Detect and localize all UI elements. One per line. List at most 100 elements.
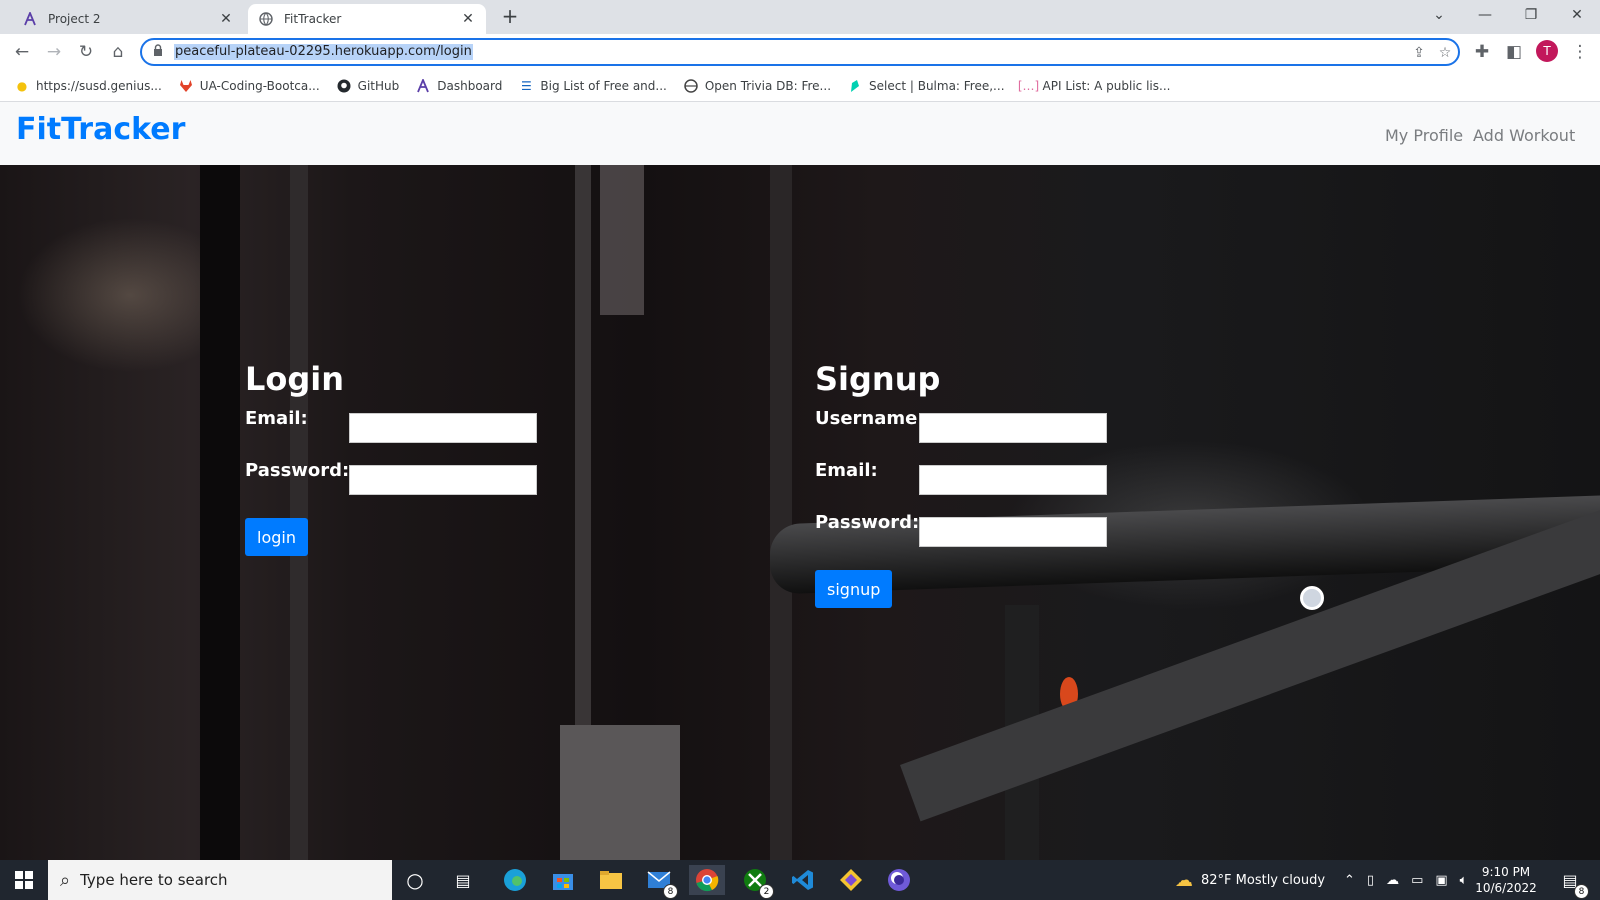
- share-icon[interactable]: ⇪: [1408, 42, 1430, 64]
- mail-badge: 8: [663, 884, 678, 899]
- login-email-input[interactable]: [349, 413, 537, 443]
- window-light: [600, 165, 644, 315]
- signup-button[interactable]: signup: [815, 570, 893, 608]
- nav-add-workout[interactable]: Add Workout: [1473, 126, 1575, 145]
- rack-post: [200, 165, 240, 860]
- bookmark-dashboard[interactable]: Dashboard: [415, 78, 502, 94]
- chevron-up-icon[interactable]: ⌃: [1344, 873, 1355, 888]
- search-placeholder: Type here to search: [80, 871, 228, 889]
- app-circle-icon[interactable]: [884, 865, 914, 895]
- bookmark-label: Big List of Free and...: [540, 78, 667, 93]
- signup-username-input[interactable]: [919, 413, 1107, 443]
- bookmark-label: API List: A public lis...: [1042, 78, 1171, 93]
- weather-widget[interactable]: ☁ 82°F Mostly cloudy: [1175, 860, 1325, 900]
- new-tab-button[interactable]: +: [498, 5, 522, 29]
- bulma-icon: [847, 78, 863, 94]
- side-panel-icon[interactable]: ◧: [1500, 38, 1528, 66]
- chrome-icon[interactable]: [689, 865, 725, 895]
- tab-label: Project 2: [48, 12, 101, 26]
- mouse-cursor-icon: [1300, 586, 1324, 610]
- bookmark-label: GitHub: [357, 78, 400, 93]
- forward-arrow-icon[interactable]: →: [40, 38, 68, 66]
- browser-toolbar: ← → ↻ ⌂ peaceful-plateau-02295.herokuapp…: [0, 34, 1600, 70]
- url-text[interactable]: peaceful-plateau-02295.herokuapp.com/log…: [174, 44, 473, 60]
- tab-fittracker[interactable]: FitTracker ✕: [248, 4, 486, 34]
- brackets-icon: […]: [1017, 78, 1040, 93]
- xbox-badge: 2: [759, 884, 774, 899]
- menu-kebab-icon[interactable]: ⋮: [1566, 38, 1594, 66]
- lock-icon: [153, 44, 167, 60]
- signup-username-label: Username:: [815, 408, 925, 429]
- task-view-icon[interactable]: ▤: [448, 865, 478, 895]
- back-arrow-icon[interactable]: ←: [8, 38, 36, 66]
- signup-email-input[interactable]: [919, 465, 1107, 495]
- clock-date: 10/6/2022: [1475, 881, 1537, 895]
- bootcamp-favicon-icon: [22, 11, 38, 27]
- profile-avatar[interactable]: T: [1536, 40, 1558, 62]
- network-icon[interactable]: ▣: [1435, 873, 1447, 888]
- taskbar-search-box[interactable]: ⌕ Type here to search: [48, 860, 392, 900]
- site-navbar: FitTracker My Profile Add Workout: [0, 102, 1600, 165]
- cortana-circle-icon[interactable]: ○: [400, 865, 430, 895]
- login-password-label: Password:: [245, 460, 350, 481]
- signup-password-input[interactable]: [919, 517, 1107, 547]
- file-explorer-icon[interactable]: [596, 865, 626, 895]
- bookmark-api-list[interactable]: […] API List: A public lis...: [1017, 78, 1171, 94]
- bookmark-label: Dashboard: [437, 78, 503, 93]
- restore-button[interactable]: ❐: [1508, 0, 1554, 30]
- windows-taskbar: ⌕ Type here to search ○ ▤ 8 2 ☁ 82°F Mos…: [0, 860, 1600, 900]
- cloud-sun-icon: ☁: [1175, 869, 1193, 891]
- floor-block: [560, 725, 680, 860]
- bookmark-label: Open Trivia DB: Fre...: [704, 78, 832, 93]
- weather-text: 82°F Mostly cloudy: [1201, 872, 1326, 888]
- notifications-icon[interactable]: ▤ 8: [1555, 865, 1589, 899]
- close-tab-icon[interactable]: ✕: [218, 11, 234, 27]
- battery-icon[interactable]: ▭: [1411, 873, 1423, 888]
- tab-project-2[interactable]: Project 2 ✕: [12, 4, 244, 34]
- clock-time: 9:10 PM: [1481, 865, 1531, 879]
- rack-post: [290, 165, 308, 860]
- edge-icon[interactable]: [500, 865, 530, 895]
- hero-background: Login Email: Password: login Signup User…: [0, 165, 1600, 860]
- nav-my-profile[interactable]: My Profile: [1385, 126, 1463, 145]
- gitlab-icon: [178, 78, 194, 94]
- device-icon[interactable]: ▯: [1367, 873, 1374, 888]
- reload-icon[interactable]: ↻: [72, 38, 100, 66]
- list-icon: ☰: [520, 78, 532, 93]
- home-icon[interactable]: ⌂: [104, 38, 132, 66]
- signup-password-label: Password:: [815, 512, 920, 533]
- login-email-label: Email:: [245, 408, 308, 429]
- bookmark-susd-genius[interactable]: ● https://susd.genius...: [14, 78, 162, 94]
- bookmark-github[interactable]: GitHub: [336, 78, 400, 94]
- bookmark-open-trivia[interactable]: Open Trivia DB: Fre...: [683, 78, 831, 94]
- tab-label: FitTracker: [284, 12, 342, 26]
- tab-search-chevron-icon[interactable]: ⌄: [1416, 0, 1462, 30]
- bookmark-big-list[interactable]: ☰ Big List of Free and...: [518, 78, 667, 94]
- login-button[interactable]: login: [245, 518, 308, 556]
- vscode-icon[interactable]: [788, 865, 818, 895]
- github-icon: [336, 78, 352, 94]
- globe-icon: [683, 78, 699, 94]
- taskbar-clock[interactable]: 9:10 PM 10/6/2022: [1466, 864, 1546, 896]
- bookmark-star-icon[interactable]: ☆: [1434, 42, 1456, 64]
- minimize-button[interactable]: —: [1462, 0, 1508, 30]
- browser-tab-strip: Project 2 ✕ FitTracker ✕ + ⌄ — ❐ ✕: [0, 0, 1600, 34]
- bookmark-ua-coding-bootcamp[interactable]: UA-Coding-Bootca...: [178, 78, 320, 94]
- close-tab-icon[interactable]: ✕: [460, 11, 476, 27]
- mail-icon[interactable]: 8: [644, 865, 678, 899]
- close-window-button[interactable]: ✕: [1554, 0, 1600, 30]
- windows-start-icon[interactable]: [0, 860, 48, 900]
- notifications-badge: 8: [1574, 884, 1589, 899]
- gitkraken-icon[interactable]: [836, 865, 866, 895]
- extensions-puzzle-icon[interactable]: ✚: [1468, 38, 1496, 66]
- onedrive-cloud-icon[interactable]: ☁: [1386, 873, 1399, 888]
- bookmarks-bar: ● https://susd.genius... UA-Coding-Bootc…: [0, 70, 1600, 102]
- bookmark-bulma[interactable]: Select | Bulma: Free,...: [847, 78, 1005, 94]
- xbox-icon[interactable]: 2: [740, 865, 774, 899]
- bookmark-label: https://susd.genius...: [36, 78, 162, 93]
- brand-logo[interactable]: FitTracker: [16, 112, 185, 147]
- rack-post: [770, 165, 792, 860]
- address-bar[interactable]: peaceful-plateau-02295.herokuapp.com/log…: [140, 38, 1460, 66]
- login-password-input[interactable]: [349, 465, 537, 495]
- store-icon[interactable]: [548, 865, 578, 895]
